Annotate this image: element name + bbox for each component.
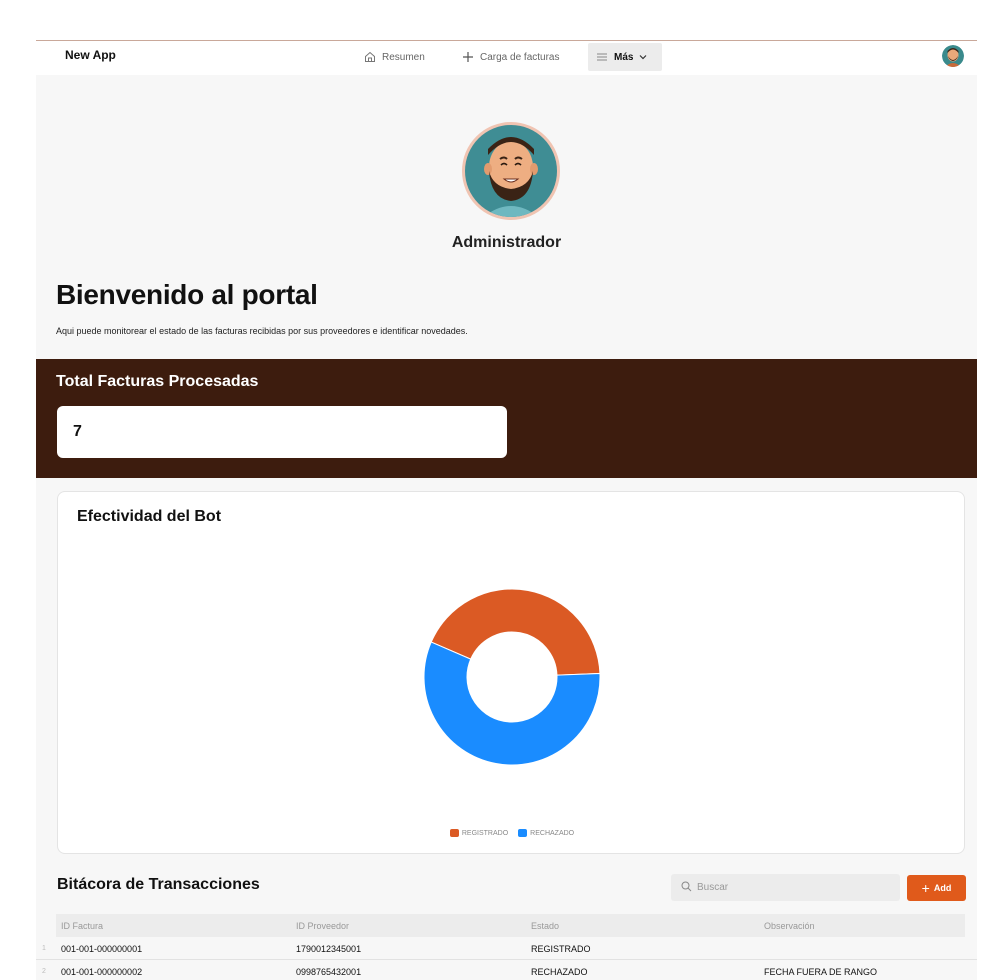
row-index: 1: [42, 945, 46, 952]
profile-avatar: [461, 121, 561, 221]
legend-label-registrado: REGISTRADO: [461, 829, 509, 837]
cell-id-proveedor: 0998765432001: [296, 967, 362, 977]
total-facturas-card: 7: [57, 406, 507, 458]
plus-icon: +: [921, 880, 930, 896]
add-button[interactable]: + Add: [907, 875, 966, 901]
chart-legend: REGISTRADO RECHAZADO: [58, 829, 966, 837]
table-row[interactable]: 1 001-001-000000001 1790012345001 REGIST…: [36, 937, 977, 960]
legend-item-rechazado[interactable]: RECHAZADO: [518, 829, 574, 837]
cell-observacion: FECHA FUERA DE RANGO: [764, 967, 878, 977]
row-index: 2: [42, 968, 46, 975]
nav-carga-facturas[interactable]: Carga de facturas: [454, 43, 568, 71]
search-icon: [681, 879, 692, 897]
column-header-id-factura[interactable]: ID Factura: [61, 921, 103, 931]
donut-chart: [423, 588, 601, 766]
total-facturas-section: Total Facturas Procesadas 7: [36, 359, 977, 478]
app-frame: New App Resumen Carga de facturas Más Ad…: [36, 40, 977, 980]
column-header-observacion[interactable]: Observación: [764, 921, 815, 931]
column-header-id-proveedor[interactable]: ID Proveedor: [296, 921, 349, 931]
cell-id-factura: 001-001-000000001: [61, 944, 143, 954]
profile-name: Administrador: [451, 234, 562, 251]
user-avatar-icon[interactable]: [942, 45, 964, 67]
legend-swatch-registrado: [449, 829, 459, 837]
legend-swatch-rechazado: [518, 829, 528, 837]
chart-card: Efectividad del Bot REGISTRADO RECHAZADO: [57, 491, 965, 854]
nav-resumen-label: Resumen: [382, 51, 425, 63]
table-title: Bitácora de Transacciones: [57, 876, 260, 893]
cell-id-factura: 001-001-000000002: [61, 967, 143, 977]
cell-estado: REGISTRADO: [531, 944, 591, 954]
page-subtitle: Aqui puede monitorear el estado de las f…: [56, 326, 468, 336]
nav-resumen[interactable]: Resumen: [356, 43, 433, 71]
nav-mas-menu[interactable]: Más: [588, 43, 662, 71]
total-facturas-value: 7: [73, 423, 82, 440]
nav-mas-label: Más: [614, 51, 634, 63]
cell-id-proveedor: 1790012345001: [296, 944, 362, 954]
table-header: ID Factura ID Proveedor Estado Observaci…: [56, 914, 965, 937]
plus-icon: [462, 51, 474, 63]
column-header-estado[interactable]: Estado: [531, 921, 559, 931]
page-title: Bienvenido al portal: [56, 279, 318, 310]
app-title[interactable]: New App: [65, 48, 116, 62]
cell-estado: RECHAZADO: [531, 967, 588, 977]
legend-label-rechazado: RECHAZADO: [530, 829, 575, 837]
chevron-down-icon: [639, 54, 647, 60]
table-row[interactable]: 2 001-001-000000002 0998765432001 RECHAZ…: [36, 960, 977, 980]
top-navigation: New App Resumen Carga de facturas Más: [36, 41, 977, 75]
add-button-label: Add: [933, 883, 952, 893]
menu-icon: [596, 52, 608, 62]
home-icon: [364, 51, 376, 63]
nav-carga-label: Carga de facturas: [480, 51, 560, 63]
legend-item-registrado[interactable]: REGISTRADO: [449, 829, 509, 837]
search-box[interactable]: [671, 874, 900, 901]
total-facturas-label: Total Facturas Procesadas: [56, 373, 259, 390]
search-input[interactable]: [697, 882, 887, 893]
